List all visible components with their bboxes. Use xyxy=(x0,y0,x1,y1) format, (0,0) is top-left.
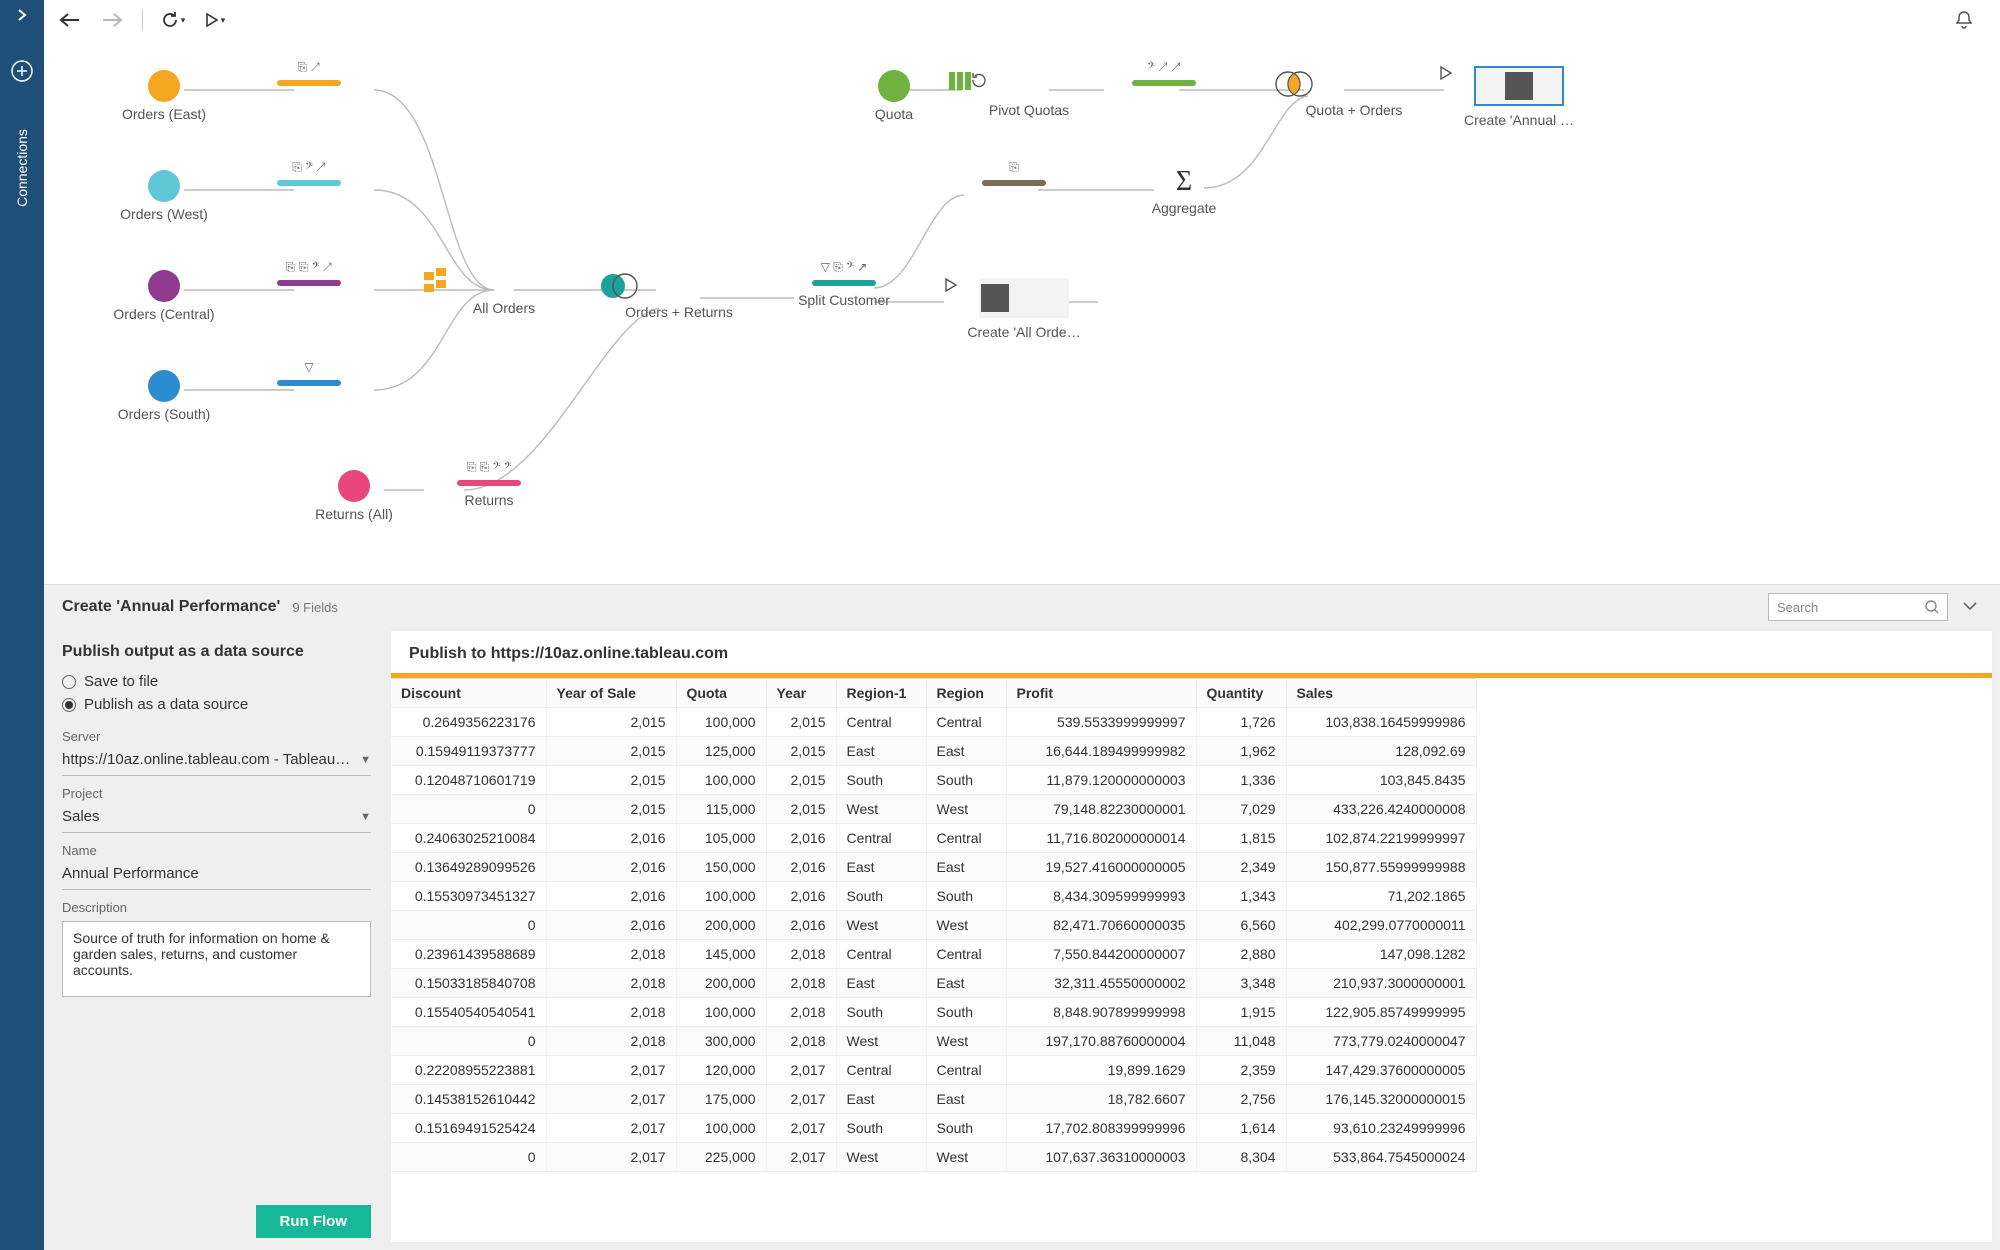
table-row[interactable]: 02,017225,0002,017WestWest107,637.363100… xyxy=(391,1143,1476,1172)
table-row[interactable]: 0.120487106017192,015100,0002,015SouthSo… xyxy=(391,766,1476,795)
forward-button[interactable] xyxy=(100,8,124,32)
server-select[interactable]: https://10az.online.tableau.com - Tablea… xyxy=(62,744,371,776)
description-textarea[interactable]: Source of truth for information on home … xyxy=(62,921,371,997)
field-count: 9 Fields xyxy=(292,600,338,615)
preview-table[interactable]: DiscountYear of SaleQuotaYearRegion-1Reg… xyxy=(391,678,1477,1172)
play-icon xyxy=(944,278,958,292)
column-header[interactable]: Region xyxy=(926,679,1006,708)
step-split-customer[interactable]: ▽ ⎘ 𝄢 ↗ Split Customer xyxy=(764,260,924,308)
node-orders-south[interactable]: Orders (South) xyxy=(84,370,244,422)
table-row[interactable]: 0.155405405405412,018100,0002,018SouthSo… xyxy=(391,998,1476,1027)
table-row[interactable]: 0.136492890995262,016150,0002,016EastEas… xyxy=(391,853,1476,882)
radio-save-to-file[interactable]: Save to file xyxy=(62,673,371,690)
left-rail: Connections xyxy=(0,0,44,1250)
table-row[interactable]: 0.155309734513272,016100,0002,016SouthSo… xyxy=(391,882,1476,911)
column-header[interactable]: Quantity xyxy=(1196,679,1286,708)
column-header[interactable]: Year xyxy=(766,679,836,708)
profile-pane: Create 'Annual Performance' 9 Fields Sea… xyxy=(44,584,2000,1250)
node-orders-west[interactable]: Orders (West) xyxy=(84,170,244,222)
step-clean-split[interactable]: ⎘ xyxy=(954,160,1074,192)
radio-publish-as-data-source[interactable]: Publish as a data source xyxy=(62,696,371,713)
search-icon xyxy=(1925,600,1939,614)
node-all-orders[interactable]: All Orders xyxy=(424,268,584,316)
step-orders-west[interactable]: ⎘ 𝄢 ↗ xyxy=(244,160,374,192)
output-step-title: Create 'Annual Performance' xyxy=(62,598,280,616)
table-row[interactable]: 0.222089552238812,017120,0002,017Central… xyxy=(391,1056,1476,1085)
collapse-rail-button[interactable] xyxy=(0,0,44,30)
publish-target-title: Publish to https://10az.online.tableau.c… xyxy=(391,631,1992,673)
node-quota-orders[interactable]: Quota + Orders xyxy=(1274,70,1434,118)
top-toolbar: ▾ ▾ xyxy=(44,0,2000,40)
node-orders-central[interactable]: Orders (Central) xyxy=(84,270,244,322)
description-label: Description xyxy=(62,900,371,915)
back-button[interactable] xyxy=(58,8,82,32)
project-select[interactable]: Sales▼ xyxy=(62,801,371,833)
name-label: Name xyxy=(62,843,371,858)
step-orders-east[interactable]: ⎘ ↗ xyxy=(244,60,374,92)
node-create-annual[interactable]: Create 'Annual … xyxy=(1439,66,1599,128)
step-orders-south[interactable]: ▽ xyxy=(244,360,374,392)
notifications-icon[interactable] xyxy=(1952,8,1976,32)
search-input[interactable]: Search xyxy=(1768,593,1948,621)
table-row[interactable]: 0.26493562231762,015100,0002,015CentralC… xyxy=(391,708,1476,737)
table-row[interactable]: 0.159491193737772,015125,0002,015EastEas… xyxy=(391,737,1476,766)
node-returns-all[interactable]: Returns (All) xyxy=(274,470,434,522)
output-preview-pane: Publish to https://10az.online.tableau.c… xyxy=(389,629,1994,1244)
run-flow-button[interactable]: Run Flow xyxy=(256,1205,372,1238)
column-header[interactable]: Sales xyxy=(1286,679,1476,708)
node-aggregate[interactable]: Σ Aggregate xyxy=(1104,168,1264,216)
table-row[interactable]: 02,016200,0002,016WestWest82,471.7066000… xyxy=(391,911,1476,940)
table-row[interactable]: 0.240630252100842,016105,0002,016Central… xyxy=(391,824,1476,853)
step-clean-quotas[interactable]: 𝄢 ↗ ↗ xyxy=(1104,60,1224,92)
column-header[interactable]: Discount xyxy=(391,679,546,708)
step-orders-central[interactable]: ⎘ ⎘ 𝄢 ↗ xyxy=(244,260,374,292)
column-header[interactable]: Profit xyxy=(1006,679,1196,708)
add-connection-button[interactable] xyxy=(0,60,44,82)
node-orders-east[interactable]: Orders (East) xyxy=(84,70,244,122)
expand-pane-button[interactable] xyxy=(1958,595,1982,619)
play-icon xyxy=(1439,66,1453,80)
run-flow-toolbar-button[interactable]: ▾ xyxy=(203,8,227,32)
output-config-pane: Publish output as a data source Save to … xyxy=(44,629,389,1250)
column-header[interactable]: Quota xyxy=(676,679,766,708)
name-input[interactable]: Annual Performance xyxy=(62,858,371,890)
project-label: Project xyxy=(62,786,371,801)
table-row[interactable]: 02,018300,0002,018WestWest197,170.887600… xyxy=(391,1027,1476,1056)
refresh-button[interactable]: ▾ xyxy=(161,8,185,32)
profile-header: Create 'Annual Performance' 9 Fields Sea… xyxy=(44,585,2000,629)
table-row[interactable]: 0.151694915254242,017100,0002,017SouthSo… xyxy=(391,1114,1476,1143)
table-row[interactable]: 0.150331858407082,018200,0002,018EastEas… xyxy=(391,969,1476,998)
table-row[interactable]: 02,015115,0002,015WestWest79,148.8223000… xyxy=(391,795,1476,824)
table-row[interactable]: 0.145381526104422,017175,0002,017EastEas… xyxy=(391,1085,1476,1114)
node-pivot-quotas[interactable]: Pivot Quotas xyxy=(949,70,1109,118)
flow-canvas[interactable]: Orders (East) ⎘ ↗ Orders (West) ⎘ 𝄢 ↗ Or… xyxy=(44,40,2000,580)
node-create-all-orders[interactable]: Create 'All Orde… xyxy=(944,278,1104,340)
table-row[interactable]: 0.239614395886892,018145,0002,018Central… xyxy=(391,940,1476,969)
column-header[interactable]: Year of Sale xyxy=(546,679,676,708)
server-label: Server xyxy=(62,729,371,744)
connections-label: Connections xyxy=(14,128,30,208)
config-heading: Publish output as a data source xyxy=(62,643,371,661)
node-orders-returns[interactable]: Orders + Returns xyxy=(599,272,759,320)
column-header[interactable]: Region-1 xyxy=(836,679,926,708)
divider xyxy=(142,9,143,31)
step-returns[interactable]: ⎘ ⎘ 𝄢 𝄢 Returns xyxy=(424,460,554,508)
